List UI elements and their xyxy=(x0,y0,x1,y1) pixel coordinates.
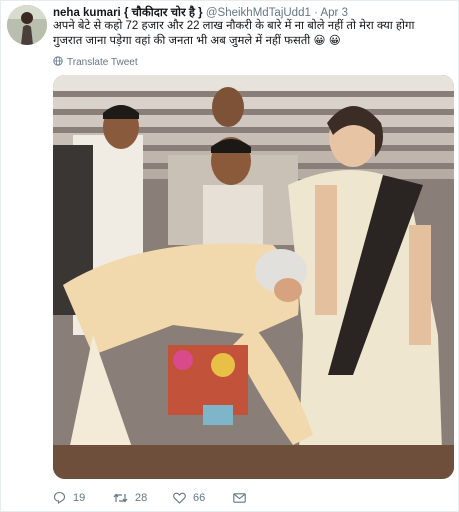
retweet-count: 28 xyxy=(135,491,148,504)
tweet-text-line-2-text: गुजरात जाना पड़ेगा वहां की जनता भी अब जु… xyxy=(53,35,311,47)
reply-icon xyxy=(53,491,66,504)
retweet-button[interactable]: 28 xyxy=(113,491,173,504)
tweet-actions: 19 28 66 xyxy=(53,491,293,504)
direct-message-button[interactable] xyxy=(233,491,293,504)
grinning-emoji-icon: 😀 xyxy=(313,35,326,47)
tweet-card[interactable]: neha kumari { चौकीदार चोर है } @SheikhMd… xyxy=(0,0,459,512)
heart-icon xyxy=(173,492,186,504)
author-name[interactable]: neha kumari xyxy=(53,7,121,19)
tweet-date[interactable]: Apr 3 xyxy=(320,7,348,19)
reply-count: 19 xyxy=(73,491,86,504)
tweet-text-line-1: अपने बेटे से कहो 72 हजार और 22 लाख नौकरी… xyxy=(53,20,415,32)
author-handle[interactable]: @SheikhMdTajUdd1 xyxy=(206,7,311,19)
globe-icon xyxy=(53,56,63,69)
translate-tweet-link[interactable]: Translate Tweet xyxy=(53,56,138,69)
grinning-emoji-icon: 😀 xyxy=(328,35,341,47)
like-button[interactable]: 66 xyxy=(173,491,233,504)
translate-label[interactable]: Translate Tweet xyxy=(67,57,138,68)
like-count: 66 xyxy=(193,491,206,504)
tweet-text: अपने बेटे से कहो 72 हजार और 22 लाख नौकरी… xyxy=(53,19,453,49)
separator: · xyxy=(314,7,318,19)
retweet-icon xyxy=(113,492,128,504)
tweet-text-line-2: गुजरात जाना पड़ेगा वहां की जनता भी अब जु… xyxy=(53,34,453,49)
user-avatar[interactable] xyxy=(7,5,47,45)
tweet-header: neha kumari { चौकीदार चोर है } @SheikhMd… xyxy=(53,5,348,20)
reply-button[interactable]: 19 xyxy=(53,491,113,504)
tweet-photo[interactable] xyxy=(53,75,454,479)
author-tag[interactable]: { चौकीदार चोर है } xyxy=(124,7,203,19)
envelope-icon xyxy=(233,492,246,503)
